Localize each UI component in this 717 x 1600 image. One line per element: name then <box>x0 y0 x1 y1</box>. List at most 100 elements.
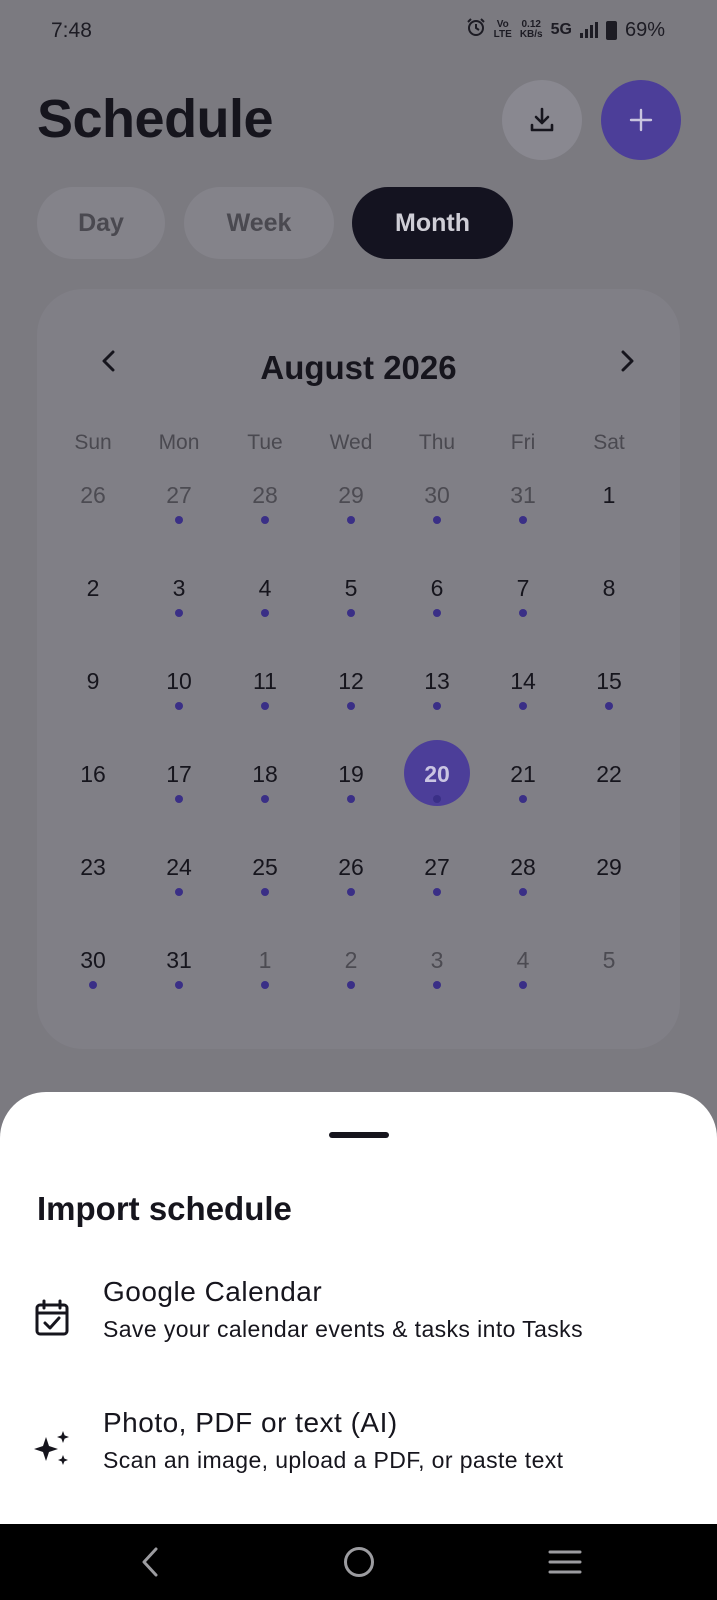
tab-week[interactable]: Week <box>184 187 334 259</box>
sheet-title: Import schedule <box>37 1190 292 1227</box>
calendar-day-cell[interactable]: 27 <box>393 854 481 949</box>
calendar-day-cell[interactable]: 12 <box>307 668 395 763</box>
calendar-day-cell[interactable]: 4 <box>221 575 309 670</box>
event-dot <box>261 702 269 710</box>
calendar-day-cell[interactable]: 11 <box>221 668 309 763</box>
event-dot <box>175 516 183 524</box>
calendar-day-cell[interactable]: 24 <box>135 854 223 949</box>
calendar-day-cell[interactable]: 29 <box>565 854 653 949</box>
calendar-day-cell[interactable]: 26 <box>49 482 137 577</box>
calendar-day-cell[interactable]: 21 <box>479 761 567 856</box>
weekday-label: Thu <box>418 431 456 454</box>
calendar-day-cell[interactable]: 14 <box>479 668 567 763</box>
day-number: 28 <box>510 854 536 880</box>
calendar-day-cell[interactable]: 15 <box>565 668 653 763</box>
calendar-day-cell[interactable]: 28 <box>221 482 309 577</box>
day-number: 21 <box>510 761 536 787</box>
event-dot <box>347 516 355 524</box>
calendar-day-cell[interactable]: 18 <box>221 761 309 856</box>
battery-level: 69% <box>624 18 665 41</box>
add-button[interactable] <box>601 80 681 160</box>
calendar-day-cell[interactable]: 2 <box>307 947 395 1042</box>
import-ai-option[interactable]: Photo, PDF or text (AI) Scan an image, u… <box>0 1407 717 1507</box>
event-dot <box>175 609 183 617</box>
calendar-day-cell[interactable]: 28 <box>479 854 567 949</box>
day-number: 26 <box>338 854 364 880</box>
calendar-day-cell[interactable]: 2 <box>49 575 137 670</box>
calendar-day-cell[interactable]: 22 <box>565 761 653 856</box>
calendar-day-cell[interactable]: 6 <box>393 575 481 670</box>
day-number: 12 <box>338 668 364 694</box>
calendar-day-cell[interactable]: 16 <box>49 761 137 856</box>
calendar-day-cell[interactable]: 25 <box>221 854 309 949</box>
calendar-day-cell[interactable]: 30 <box>49 947 137 1042</box>
sparkles-icon <box>30 1427 74 1471</box>
calendar-day-cell[interactable]: 1 <box>565 482 653 577</box>
event-dot <box>433 888 441 896</box>
import-google-calendar-option[interactable]: Google Calendar Save your calendar event… <box>0 1276 717 1376</box>
day-number: 4 <box>258 575 272 601</box>
day-number: 15 <box>596 668 622 694</box>
weekday-label: Mon <box>158 431 200 454</box>
calendar-day-cell[interactable]: 1 <box>221 947 309 1042</box>
day-number: 5 <box>344 575 358 601</box>
page-title: Schedule <box>37 89 274 149</box>
month-label: August 2026 <box>260 349 457 386</box>
calendar-day-cell[interactable]: 19 <box>307 761 395 856</box>
download-icon <box>530 107 554 132</box>
day-number: 16 <box>80 761 106 787</box>
event-dot <box>433 981 441 989</box>
calendar-day-cell[interactable]: 3 <box>393 947 481 1042</box>
calendar-check-icon <box>30 1296 74 1340</box>
calendar-day-cell[interactable]: 31 <box>479 482 567 577</box>
weekday-label: Tue <box>247 431 283 454</box>
back-icon <box>142 1547 158 1577</box>
event-dot <box>261 888 269 896</box>
day-number: 11 <box>253 668 277 694</box>
calendar-day-cell[interactable]: 17 <box>135 761 223 856</box>
calendar-day-cell[interactable]: 4 <box>479 947 567 1042</box>
volte-indicator: Vo LTE <box>493 19 512 40</box>
calendar-day-cell[interactable]: 27 <box>135 482 223 577</box>
day-number: 10 <box>166 668 192 694</box>
calendar-day-cell[interactable]: 29 <box>307 482 395 577</box>
calendar-day-cell[interactable]: 8 <box>565 575 653 670</box>
calendar-day-cell[interactable]: 31 <box>135 947 223 1042</box>
back-button[interactable] <box>128 1542 172 1582</box>
tab-month[interactable]: Month <box>352 187 513 259</box>
network-type: 5G <box>550 21 572 38</box>
tab-day[interactable]: Day <box>37 187 165 259</box>
calendar-day-cell[interactable]: 3 <box>135 575 223 670</box>
day-number: 23 <box>80 854 106 880</box>
download-button[interactable] <box>502 80 582 160</box>
event-dot <box>175 981 183 989</box>
calendar-day-cell[interactable]: 30 <box>393 482 481 577</box>
calendar-day-cell[interactable]: 26 <box>307 854 395 949</box>
weekday-label: Wed <box>329 431 373 454</box>
sheet-drag-handle[interactable] <box>329 1132 389 1138</box>
option-subtitle: Scan an image, upload a PDF, or paste te… <box>103 1447 564 1473</box>
calendar-day-cell[interactable]: 10 <box>135 668 223 763</box>
home-button[interactable] <box>337 1542 381 1582</box>
event-dot <box>519 702 527 710</box>
calendar-day-cell[interactable]: 5 <box>307 575 395 670</box>
day-number: 27 <box>166 482 192 508</box>
calendar-day-cell[interactable]: 5 <box>565 947 653 1042</box>
next-month-button[interactable] <box>607 341 647 381</box>
day-number: 30 <box>424 482 450 508</box>
day-number: 7 <box>516 575 530 601</box>
calendar-day-cell[interactable]: 20 <box>393 740 481 856</box>
calendar-day-cell[interactable]: 23 <box>49 854 137 949</box>
day-number: 4 <box>516 947 530 973</box>
option-title: Google Calendar <box>103 1276 323 1307</box>
calendar-day-cell[interactable]: 9 <box>49 668 137 763</box>
day-number: 14 <box>510 668 536 694</box>
status-icons: Vo LTE 0.12 KB/s 5G 69% <box>466 17 665 43</box>
weekday-label: Fri <box>510 431 536 454</box>
day-number: 22 <box>596 761 622 787</box>
day-number: 6 <box>430 575 444 601</box>
plus-icon <box>629 108 653 132</box>
calendar-day-cell[interactable]: 7 <box>479 575 567 670</box>
day-number: 18 <box>252 761 278 787</box>
recents-button[interactable] <box>543 1542 587 1582</box>
